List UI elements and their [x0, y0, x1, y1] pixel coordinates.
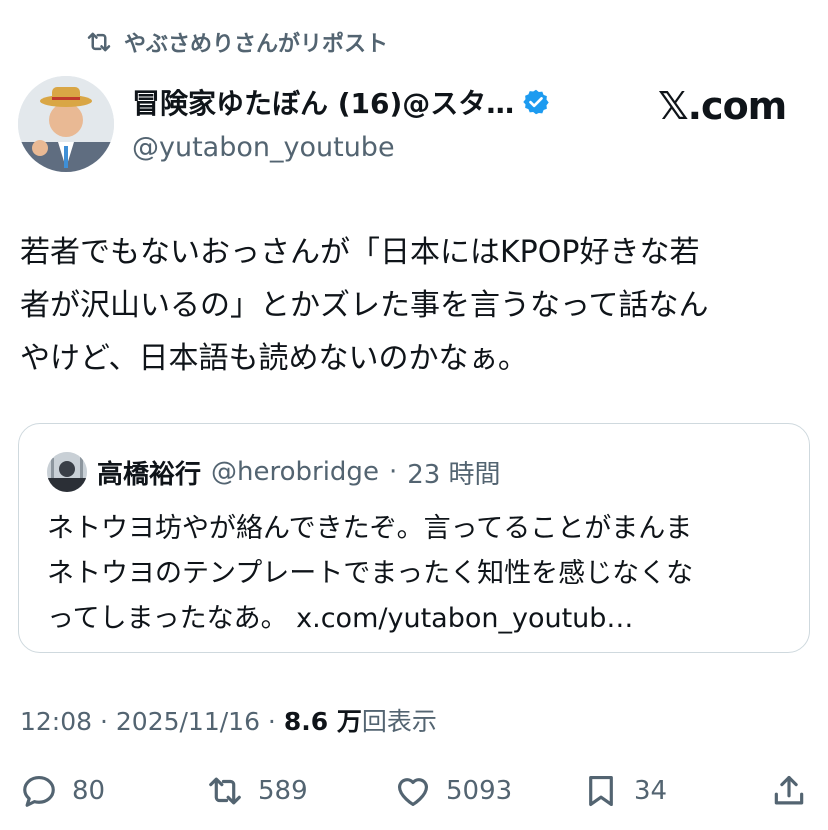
tweet-date[interactable]: 2025/11/16 — [116, 707, 260, 736]
repost-icon — [87, 32, 111, 52]
author-handle[interactable]: @yutabon_youtube — [132, 132, 550, 163]
bookmark-icon — [589, 775, 613, 807]
quote-author-handle: @herobridge — [211, 457, 379, 487]
verified-badge-icon — [523, 89, 550, 115]
tweet-line: 若者でもないおっさんが「日本にはKPOP好きな若 — [20, 235, 700, 270]
heart-icon — [397, 778, 429, 807]
repost-icon — [209, 777, 241, 805]
repost-button[interactable]: 589 — [206, 772, 308, 810]
share-icon — [774, 775, 804, 805]
quote-timestamp: 23 時間 — [407, 459, 501, 490]
quoted-tweet[interactable]: 高橋裕行 @herobridge · 23 時間 ネトウヨ坊やが絡んできたぞ。言… — [18, 423, 810, 653]
avatar[interactable] — [18, 76, 114, 172]
meta-separator: · — [259, 707, 284, 736]
x-brand-logo: 𝕏.com — [658, 84, 787, 128]
quote-line: ネトウヨ坊やが絡んできたぞ。言ってることがまんま — [47, 513, 693, 544]
quote-line: ネトウヨのテンプレートでまったく知性を感じなくな — [47, 558, 694, 589]
bookmark-count: 34 — [634, 776, 668, 806]
tweet-time[interactable]: 12:08 — [20, 707, 92, 736]
quote-avatar[interactable] — [47, 452, 87, 492]
author-display-name[interactable]: 冒険家ゆたぼん (16)@スタ… — [132, 82, 514, 122]
repost-count: 589 — [258, 776, 308, 806]
tweet-body: 若者でもないおっさんが「日本にはKPOP好きな若 者が沢山いるの」とかズレた事を… — [20, 226, 810, 385]
view-label: 回表示 — [361, 707, 437, 736]
action-bar: 80 589 5093 34 — [0, 764, 828, 820]
quote-body: ネトウヨ坊やが絡んできたぞ。言ってることがまんま ネトウヨのテンプレートでまった… — [47, 506, 787, 641]
quote-line: ってしまったなあ。 x.com/yutabon_youtub… — [47, 603, 634, 634]
repost-context[interactable]: やぶさめりさんがリポスト — [84, 26, 388, 58]
reply-count: 80 — [72, 776, 106, 806]
tweet-meta: 12:08 · 2025/11/16 · 8.6 万 回表示 — [20, 702, 437, 738]
meta-separator: · — [92, 707, 116, 736]
repost-label: やぶさめりさんがリポスト — [124, 32, 389, 57]
tweet-line: やけど、日本語も読めないのかなぁ。 — [20, 341, 528, 376]
like-count: 5093 — [446, 776, 513, 806]
reply-button[interactable]: 80 — [20, 772, 105, 810]
tweet-line: 者が沢山いるの」とかズレた事を言うなって話なん — [20, 288, 709, 323]
like-button[interactable]: 5093 — [394, 772, 512, 810]
bookmark-button[interactable]: 34 — [582, 772, 667, 810]
quote-author-name: 高橋裕行 — [97, 459, 202, 490]
view-count[interactable]: 8.6 万 — [284, 702, 362, 738]
reply-icon — [23, 775, 55, 807]
separator-dot: · — [388, 457, 398, 487]
share-button[interactable] — [770, 772, 808, 810]
